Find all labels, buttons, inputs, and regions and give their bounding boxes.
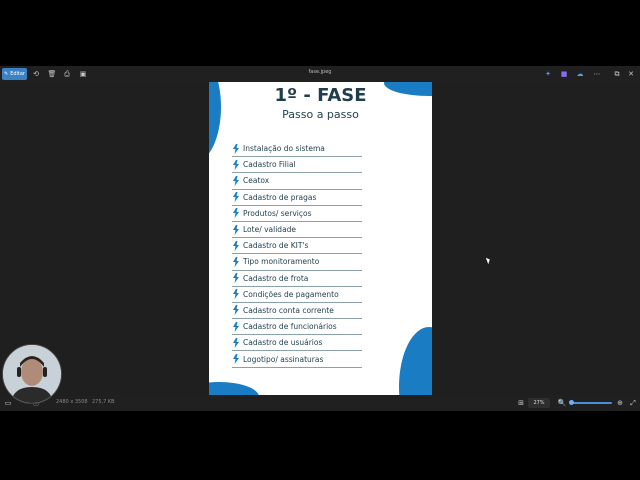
- person-avatar: [3, 345, 61, 403]
- edit-button[interactable]: ✎ Editar: [2, 68, 27, 80]
- checklist-item: Cadastro de frota: [232, 271, 362, 287]
- checklist-item-label: Instalação do sistema: [243, 144, 325, 154]
- document-image: 1º - FASE Passo a passo Instalação do si…: [209, 82, 432, 396]
- bolt-icon: [233, 354, 239, 365]
- checklist-item: Cadastro de KIT's: [232, 238, 362, 255]
- checklist-item: Condições de pagamento: [232, 287, 362, 303]
- checklist-item-label: Lote/ validade: [243, 225, 297, 235]
- copilot-icon[interactable]: ✦: [543, 69, 553, 79]
- zoom-value: 27%: [533, 400, 545, 406]
- checklist: Instalação do sistema Cadastro Filial Ceat…: [232, 141, 362, 368]
- checklist-item: Tipo monitoramento: [232, 254, 362, 271]
- checklist-item-label: Tipo monitoramento: [243, 257, 320, 267]
- maximize-icon[interactable]: ⧉: [612, 69, 622, 79]
- edit-icon: ✎: [3, 71, 9, 77]
- bolt-icon: [233, 273, 239, 284]
- document-subtitle: Passo a passo: [282, 108, 359, 121]
- checklist-item: Cadastro conta corrente: [232, 303, 362, 320]
- save-icon[interactable]: ▣: [78, 69, 88, 79]
- checklist-item: Instalação do sistema: [232, 141, 362, 158]
- top-letterbox: [0, 0, 640, 66]
- status-bar: ▭ ⓘ 2480 x 3508 275,7 KB ⊞ 27% 🔍 ⊕ ⤢: [0, 395, 640, 411]
- bolt-icon: [233, 159, 239, 170]
- close-icon[interactable]: ✕: [626, 69, 636, 79]
- photo-viewer-window: ✎ Editar ⟲ 🗑 ⎙ ▣ fase.jpeg ✦ ■ ☁ ⋯ ⧉ ✕ 1…: [0, 66, 640, 411]
- zoom-level[interactable]: 27%: [528, 398, 550, 408]
- checklist-item-label: Cadastro conta corrente: [243, 305, 334, 315]
- delete-icon[interactable]: 🗑: [47, 69, 57, 79]
- fit-icon[interactable]: ⊞: [516, 398, 526, 408]
- decorative-blob: [209, 382, 259, 396]
- bolt-icon: [233, 175, 239, 186]
- checklist-item: Cadastro Filial: [232, 157, 362, 174]
- checklist-item: Produtos/ serviços: [232, 206, 362, 222]
- bolt-icon: [233, 240, 239, 251]
- checklist-item-label: Cadastro de usuários: [243, 338, 323, 348]
- image-dimensions: 2480 x 3508: [56, 399, 88, 405]
- bolt-icon: [233, 208, 239, 219]
- checklist-item: Lote/ validade: [232, 222, 362, 239]
- cloud-icon[interactable]: ☁: [575, 69, 585, 79]
- checklist-item-label: Cadastro de KIT's: [243, 241, 309, 251]
- bolt-icon: [233, 143, 239, 154]
- bolt-icon: [233, 305, 239, 316]
- zoom-out-icon[interactable]: 🔍: [557, 398, 567, 408]
- bolt-icon: [233, 289, 239, 300]
- more-icon[interactable]: ⋯: [592, 69, 602, 79]
- checklist-item-label: Condições de pagamento: [243, 289, 339, 299]
- document-title: 1º - FASE: [274, 85, 367, 106]
- checklist-item-label: Cadastro de pragas: [243, 192, 317, 202]
- toolbar: ✎ Editar ⟲ 🗑 ⎙ ▣ fase.jpeg ✦ ■ ☁ ⋯ ⧉ ✕: [0, 66, 640, 82]
- bolt-icon: [233, 256, 239, 267]
- print-icon[interactable]: ⎙: [62, 69, 72, 79]
- file-size: 275,7 KB: [92, 399, 115, 405]
- zoom-slider[interactable]: [570, 402, 612, 404]
- teams-icon[interactable]: ■: [559, 69, 569, 79]
- checklist-item-label: Produtos/ serviços: [243, 208, 312, 218]
- checklist-item-label: Cadastro de funcionários: [243, 322, 337, 332]
- edit-label: Editar: [10, 71, 25, 77]
- fullscreen-icon[interactable]: ⤢: [628, 398, 638, 408]
- window-title: fase.jpeg: [308, 69, 332, 75]
- webcam-overlay: [2, 344, 62, 404]
- checklist-item: Ceatox: [232, 173, 362, 190]
- decorative-blob: [399, 327, 432, 396]
- bottom-letterbox: [0, 411, 640, 480]
- bolt-icon: [233, 321, 239, 332]
- checklist-item: Cadastro de usuários: [232, 335, 362, 352]
- checklist-item: Logotipo/ assinaturas: [232, 351, 362, 368]
- checklist-item-label: Ceatox: [243, 176, 270, 186]
- checklist-item: Cadastro de pragas: [232, 190, 362, 206]
- checklist-item-label: Cadastro de frota: [243, 273, 309, 283]
- bolt-icon: [233, 337, 239, 348]
- checklist-item: Cadastro de funcionários: [232, 319, 362, 336]
- bolt-icon: [233, 192, 239, 203]
- filmstrip-icon[interactable]: ▭: [3, 398, 13, 408]
- checklist-item-label: Cadastro Filial: [243, 160, 296, 170]
- bolt-icon: [233, 224, 239, 235]
- rotate-icon[interactable]: ⟲: [31, 69, 41, 79]
- checklist-item-label: Logotipo/ assinaturas: [243, 354, 324, 364]
- zoom-in-icon[interactable]: ⊕: [615, 398, 625, 408]
- zoom-slider-handle[interactable]: [569, 400, 574, 405]
